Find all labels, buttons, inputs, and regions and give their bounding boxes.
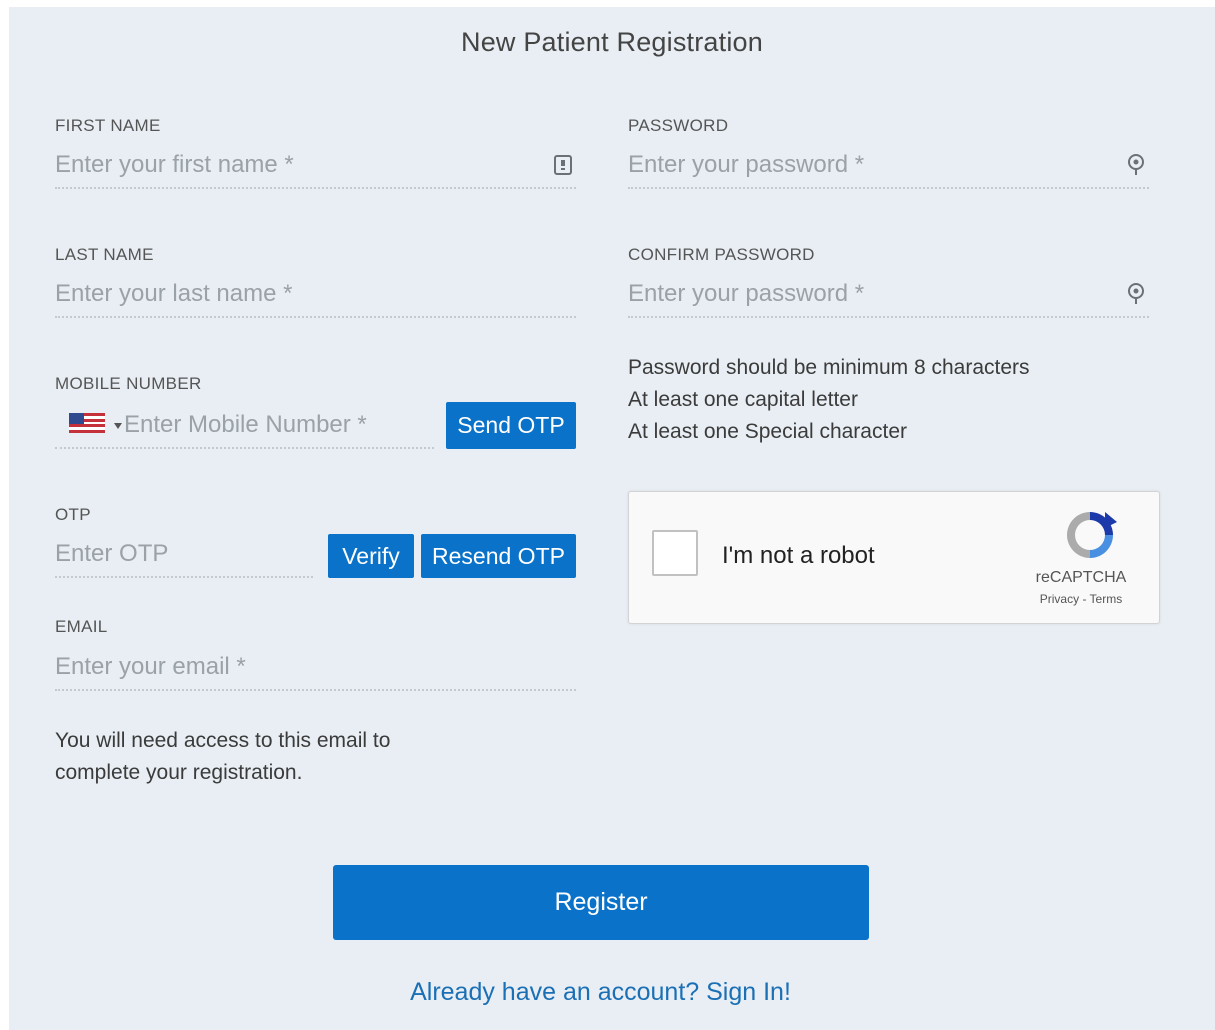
otp-field bbox=[55, 532, 365, 578]
registration-panel: New Patient Registration FIRST NAME LAST… bbox=[9, 7, 1215, 1030]
key-icon[interactable] bbox=[1123, 152, 1149, 178]
otp-label: OTP bbox=[55, 505, 91, 524]
password-rule: Password should be minimum 8 characters bbox=[628, 356, 1030, 379]
email-input[interactable] bbox=[55, 647, 576, 687]
email-field bbox=[55, 645, 576, 691]
last-name-label: LAST NAME bbox=[55, 245, 154, 264]
first-name-field bbox=[55, 143, 576, 189]
password-label: PASSWORD bbox=[628, 116, 729, 135]
last-name-field bbox=[55, 272, 576, 318]
password-rule: At least one Special character bbox=[628, 420, 907, 443]
confirm-password-label: CONFIRM PASSWORD bbox=[628, 245, 815, 264]
email-note-line: You will need access to this email to bbox=[55, 729, 391, 752]
send-otp-button[interactable]: Send OTP bbox=[446, 402, 576, 449]
mobile-number-field bbox=[55, 403, 434, 449]
register-button[interactable]: Register bbox=[333, 865, 869, 940]
first-name-input[interactable] bbox=[55, 145, 550, 185]
password-field bbox=[628, 143, 1149, 189]
recaptcha-logo-icon bbox=[1061, 506, 1119, 564]
mobile-number-label: MOBILE NUMBER bbox=[55, 374, 202, 393]
recaptcha-brand: reCAPTCHA bbox=[1035, 569, 1127, 586]
country-selector[interactable] bbox=[55, 412, 124, 438]
recaptcha-widget: I'm not a robot reCAPTCHA Privacy - Term… bbox=[628, 491, 1160, 624]
password-rule: At least one capital letter bbox=[628, 388, 858, 411]
email-note-line: complete your registration. bbox=[55, 761, 303, 784]
us-flag-icon bbox=[69, 412, 105, 438]
last-name-input[interactable] bbox=[55, 274, 576, 314]
confirm-password-input[interactable] bbox=[628, 274, 1123, 314]
password-rules: Password should be minimum 8 characters … bbox=[628, 352, 1030, 448]
recaptcha-label: I'm not a robot bbox=[722, 542, 875, 569]
sign-in-link[interactable]: Already have an account? Sign In! bbox=[9, 978, 1192, 1007]
page-title: New Patient Registration bbox=[461, 27, 763, 57]
mobile-number-input[interactable] bbox=[124, 405, 434, 445]
email-label: EMAIL bbox=[55, 617, 108, 636]
verify-button[interactable]: Verify bbox=[328, 534, 414, 578]
contact-card-icon bbox=[550, 152, 576, 178]
password-input[interactable] bbox=[628, 145, 1123, 185]
caret-down-icon bbox=[113, 416, 123, 434]
recaptcha-privacy-terms-link[interactable]: Privacy - Terms bbox=[1009, 592, 1153, 606]
confirm-password-field bbox=[628, 272, 1149, 318]
otp-input[interactable] bbox=[55, 534, 365, 574]
email-note: You will need access to this email to co… bbox=[55, 725, 390, 789]
key-icon[interactable] bbox=[1123, 281, 1149, 307]
first-name-label: FIRST NAME bbox=[55, 116, 161, 135]
resend-otp-button[interactable]: Resend OTP bbox=[421, 534, 576, 578]
recaptcha-checkbox[interactable] bbox=[652, 530, 698, 576]
